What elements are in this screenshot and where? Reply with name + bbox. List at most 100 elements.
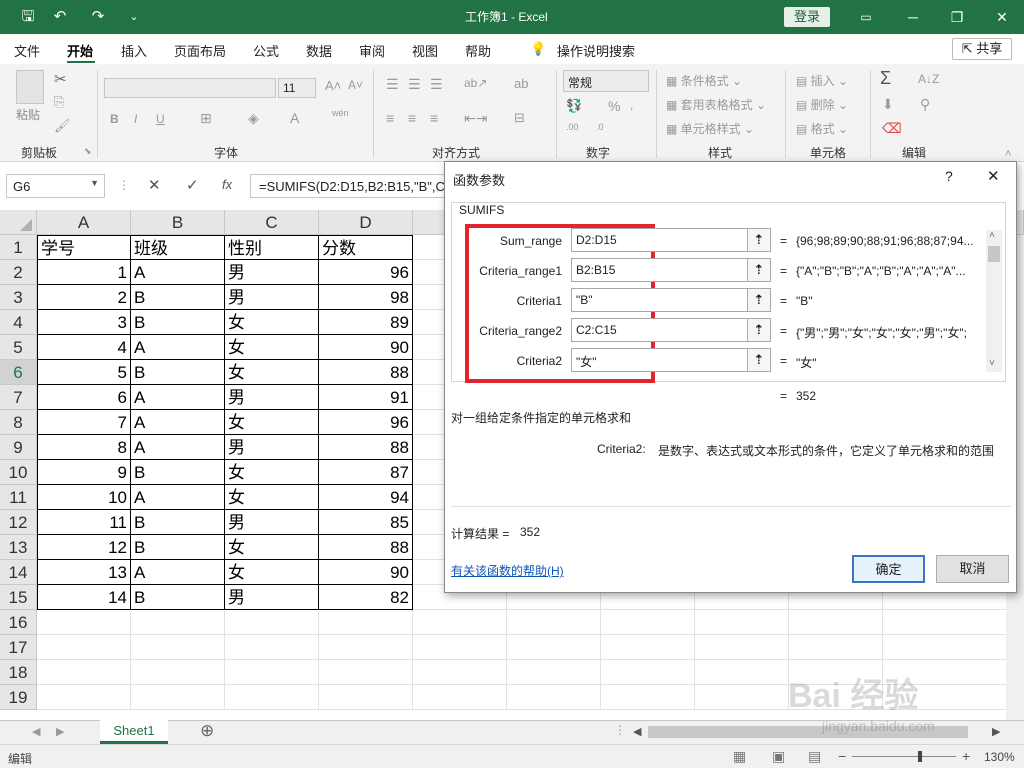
grid-cell[interactable] (789, 635, 883, 660)
grow-font-icon[interactable]: A˄ (325, 78, 341, 93)
tab-view[interactable]: 视图 (412, 41, 438, 60)
grid-cell[interactable] (131, 685, 225, 710)
grid-cell[interactable]: 4 (37, 335, 131, 360)
row-header[interactable]: 7 (0, 385, 37, 410)
fill-icon[interactable]: ⬇ (882, 96, 894, 113)
grid-cell[interactable]: 82 (319, 585, 413, 610)
grid-cell[interactable]: 男 (225, 585, 319, 610)
font-color-icon[interactable]: A (290, 110, 299, 126)
orientation-icon[interactable]: ab↗ (464, 76, 487, 90)
italic-button[interactable]: I (134, 112, 137, 126)
row-header[interactable]: 8 (0, 410, 37, 435)
grid-cell[interactable]: 女 (225, 410, 319, 435)
grid-cell[interactable]: 3 (37, 310, 131, 335)
cut-icon[interactable]: ✂ (54, 70, 67, 88)
scroll-left-icon[interactable]: ◀ (32, 725, 40, 738)
grid-cell[interactable] (225, 660, 319, 685)
cell-style-button[interactable]: ▦ 单元格样式 ⌄ (666, 120, 754, 137)
grid-cell[interactable]: B (131, 510, 225, 535)
zoom-out-button[interactable]: − (838, 748, 846, 764)
ribbon-display-icon[interactable]: ▭ (849, 5, 883, 29)
grid-cell[interactable]: 90 (319, 335, 413, 360)
bottom-align-icon[interactable]: ☰ (430, 76, 443, 93)
header-cell[interactable]: 班级 (131, 235, 225, 260)
grid-cell[interactable] (225, 635, 319, 660)
grid-cell[interactable]: 男 (225, 260, 319, 285)
grid-cell[interactable] (883, 635, 1024, 660)
grid-cell[interactable]: 14 (37, 585, 131, 610)
customize-qat-icon[interactable]: ⌄ (124, 7, 144, 27)
grid-cell[interactable] (695, 610, 789, 635)
formula-input[interactable]: =SUMIFS(D2:D15,B2:B15,"B",C (250, 174, 444, 198)
row-header[interactable]: 11 (0, 485, 37, 510)
grid-cell[interactable] (695, 635, 789, 660)
enter-icon[interactable]: ✓ (186, 176, 199, 194)
grid-cell[interactable]: 5 (37, 360, 131, 385)
grid-cell[interactable]: B (131, 535, 225, 560)
grid-cell[interactable] (319, 685, 413, 710)
arg-input[interactable]: "B" (571, 288, 749, 312)
grid-cell[interactable] (507, 660, 601, 685)
clear-icon[interactable]: ⌫ (882, 120, 902, 137)
grid-cell[interactable] (601, 685, 695, 710)
percent-icon[interactable]: % (608, 98, 620, 114)
row-header[interactable]: 14 (0, 560, 37, 585)
grid-cell[interactable]: 13 (37, 560, 131, 585)
grid-cell[interactable] (507, 635, 601, 660)
row-header[interactable]: 13 (0, 535, 37, 560)
format-painter-icon[interactable]: 🖌 (54, 118, 71, 134)
grid-cell[interactable]: A (131, 485, 225, 510)
middle-align-icon[interactable]: ☰ (408, 76, 421, 93)
grid-cell[interactable]: 98 (319, 285, 413, 310)
row-header[interactable]: 2 (0, 260, 37, 285)
row-header[interactable]: 1 (0, 235, 37, 260)
grid-cell[interactable]: 1 (37, 260, 131, 285)
grid-cell[interactable]: 女 (225, 560, 319, 585)
row-header[interactable]: 12 (0, 510, 37, 535)
underline-button[interactable]: U (156, 112, 165, 126)
row-header[interactable]: 15 (0, 585, 37, 610)
grid-cell[interactable] (37, 685, 131, 710)
comma-icon[interactable]: , (630, 98, 633, 112)
save-icon[interactable]: 🖫 (18, 7, 38, 27)
grid-cell[interactable]: 96 (319, 410, 413, 435)
scroll-up-icon[interactable]: ˄ (989, 230, 995, 241)
grid-cell[interactable] (601, 610, 695, 635)
grid-cell[interactable]: B (131, 585, 225, 610)
grid-cell[interactable]: 8 (37, 435, 131, 460)
grid-cell[interactable]: 6 (37, 385, 131, 410)
close-button[interactable]: ✕ (985, 5, 1019, 29)
args-scrollbar-thumb[interactable] (988, 246, 1000, 262)
hscroll-left-icon[interactable]: ◀ (633, 725, 641, 738)
column-header[interactable]: D (319, 210, 413, 235)
grid-cell[interactable] (413, 685, 507, 710)
grid-cell[interactable]: 7 (37, 410, 131, 435)
shrink-font-icon[interactable]: A˅ (348, 78, 363, 92)
phonetic-icon[interactable]: wén (332, 108, 349, 118)
grid-cell[interactable] (225, 610, 319, 635)
decrease-decimal-icon[interactable]: .0 (596, 122, 604, 132)
column-header[interactable]: B (131, 210, 225, 235)
grid-cell[interactable]: A (131, 260, 225, 285)
grid-cell[interactable]: 96 (319, 260, 413, 285)
copy-icon[interactable]: ⎘ (54, 94, 64, 110)
grid-cell[interactable]: 11 (37, 510, 131, 535)
page-break-view-icon[interactable]: ▤ (808, 748, 821, 765)
grid-cell[interactable] (695, 685, 789, 710)
collapse-dialog-icon[interactable]: ⇡ (747, 288, 771, 312)
dialog-launcher-icon[interactable]: ⬊ (84, 146, 92, 157)
merge-center-icon[interactable]: ⊟ (514, 110, 525, 126)
grid-cell[interactable]: 10 (37, 485, 131, 510)
minimize-button[interactable]: ─ (896, 5, 930, 29)
zoom-slider-handle[interactable] (918, 751, 922, 762)
right-align-icon[interactable]: ≡ (430, 110, 438, 126)
header-cell[interactable]: 分数 (319, 235, 413, 260)
grid-cell[interactable]: 女 (225, 310, 319, 335)
wrap-text-icon[interactable]: ab (514, 76, 528, 91)
grid-cell[interactable]: 87 (319, 460, 413, 485)
borders-icon[interactable]: ⊞ (200, 110, 212, 127)
grid-cell[interactable] (319, 610, 413, 635)
row-header[interactable]: 10 (0, 460, 37, 485)
grid-cell[interactable]: 9 (37, 460, 131, 485)
page-layout-view-icon[interactable]: ▣ (772, 748, 785, 765)
